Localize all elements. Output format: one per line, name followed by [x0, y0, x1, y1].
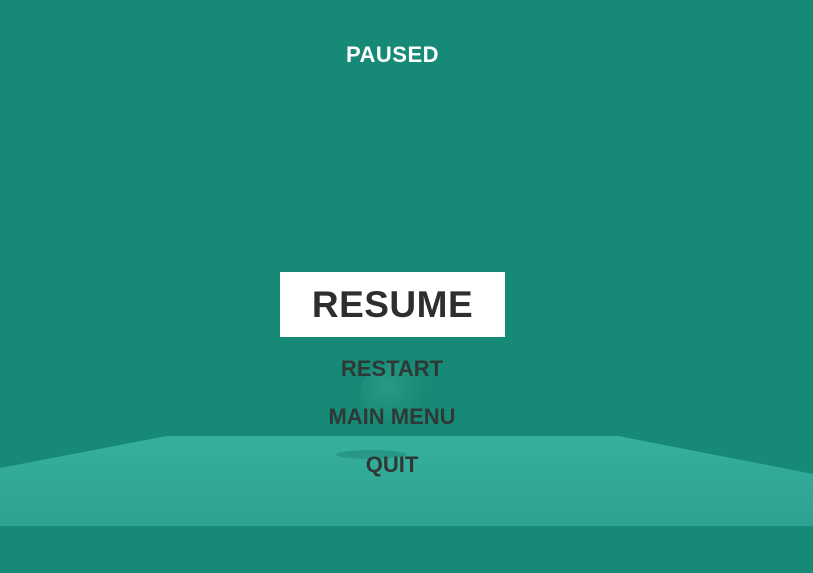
pause-menu: RESUME RESTART MAIN MENU QUIT [0, 0, 813, 573]
quit-button[interactable]: QUIT [292, 450, 492, 480]
restart-button[interactable]: RESTART [292, 354, 492, 384]
main-menu-button[interactable]: MAIN MENU [292, 402, 492, 432]
resume-button[interactable]: RESUME [280, 272, 505, 337]
